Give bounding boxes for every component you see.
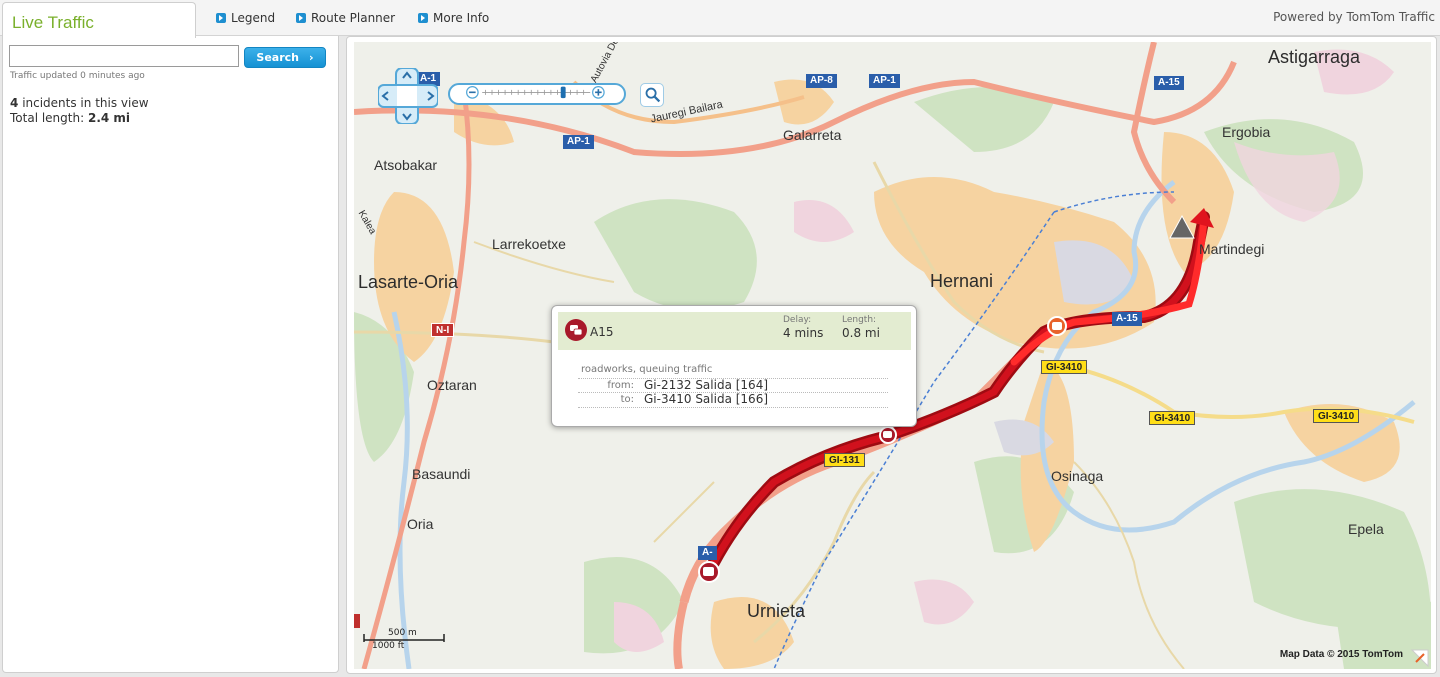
road-shield-a15: A-15: [1154, 76, 1184, 90]
powered-by-text: Powered by TomTom Traffic: [1273, 10, 1435, 24]
zoom-search-icon[interactable]: [640, 83, 664, 107]
arrow-bullet-icon: [296, 13, 306, 23]
place-lasarte-oria: Lasarte-Oria: [358, 272, 459, 292]
place-galarreta: Galarreta: [783, 127, 842, 143]
road-shield-ap1: AP-1: [869, 74, 900, 88]
road-shield-n1: N-I: [431, 323, 455, 337]
road-shield-gi131: GI-131: [824, 453, 865, 467]
delay-label: Delay:: [783, 315, 812, 325]
place-larrekoetxe: Larrekoetxe: [492, 236, 566, 252]
to-label: to:: [620, 394, 634, 405]
scale-metric: 500 m: [388, 628, 417, 638]
zoom-slider[interactable]: [448, 83, 626, 105]
scale-imperial: 1000 ft: [372, 641, 405, 651]
incident-count-text: incidents in this view: [22, 96, 149, 110]
traffic-map[interactable]: Astigarraga Ergobia Martindegi Hernani G…: [354, 42, 1431, 669]
from-value: Gi-2132 Salida [164]: [644, 378, 769, 392]
place-epela: Epela: [1348, 521, 1384, 537]
traffic-jam-icon: [565, 319, 587, 341]
legend-link[interactable]: Legend: [216, 11, 275, 25]
tab-live-traffic[interactable]: Live Traffic: [2, 2, 196, 38]
to-value: Gi-3410 Salida [166]: [644, 392, 769, 406]
legend-link-label: Legend: [231, 11, 276, 25]
road-shield-gi3410: GI-3410: [1313, 409, 1360, 423]
top-tab-bar: Live Traffic Legend Route Planner More I…: [0, 0, 1440, 38]
incident-count: 4: [10, 96, 19, 110]
incident-popup[interactable]: A15 Delay: 4 mins Length: 0.8 mi roadwor…: [551, 305, 917, 427]
more-info-link-label: More Info: [433, 11, 490, 25]
search-button[interactable]: Search ›: [244, 47, 326, 68]
traffic-updated-text: Traffic updated 0 minutes ago: [10, 71, 145, 81]
road-shield-gi3410: GI-3410: [1149, 411, 1196, 425]
place-hernani: Hernani: [930, 271, 994, 291]
place-oria: Oria: [407, 516, 434, 532]
incident-stats: 4 incidents in this view Total length: 2…: [10, 96, 149, 126]
route-planner-link[interactable]: Route Planner: [296, 11, 395, 25]
delay-value: 4 mins: [783, 326, 824, 340]
length-label: Length:: [842, 315, 877, 325]
place-basaundi: Basaundi: [412, 466, 471, 482]
pan-control[interactable]: [378, 68, 438, 124]
road-shield-a: A-: [698, 546, 717, 560]
place-ergobia: Ergobia: [1222, 124, 1271, 140]
search-input[interactable]: [9, 45, 239, 67]
sidebar: Search › Traffic updated 0 minutes ago 4 …: [2, 36, 339, 673]
road-shield-a15: A-15: [1112, 312, 1142, 326]
place-astigarraga: Astigarraga: [1268, 47, 1361, 67]
total-length-value: 2.4 mi: [87, 111, 131, 125]
from-label: from:: [607, 380, 634, 391]
incident-description: roadworks, queuing traffic: [581, 364, 713, 375]
place-oztaran: Oztaran: [427, 377, 477, 393]
divider: [578, 407, 888, 408]
incident-popup-header: A15 Delay: 4 mins Length: 0.8 mi: [558, 312, 911, 350]
place-osinaga: Osinaga: [1051, 468, 1104, 484]
route-planner-link-label: Route Planner: [311, 11, 396, 25]
total-length-label: Total length:: [10, 111, 85, 125]
tab-live-traffic-label: Live Traffic: [12, 13, 94, 32]
road-shield-ap1: AP-1: [563, 135, 594, 149]
road-shield-ap8: AP-8: [806, 74, 837, 88]
arrow-bullet-icon: [418, 13, 428, 23]
road-shield-gi3410: GI-3410: [1041, 360, 1088, 374]
map-attribution: Map Data © 2015 TomTom: [1279, 649, 1403, 660]
place-urnieta: Urnieta: [747, 601, 806, 621]
chevron-right-icon: ›: [309, 51, 314, 64]
incident-road: A15: [590, 325, 614, 339]
arrow-bullet-icon: [216, 13, 226, 23]
place-martindegi: Martindegi: [1199, 241, 1265, 257]
search-button-label: Search: [256, 51, 300, 64]
length-value: 0.8 mi: [842, 326, 880, 340]
place-atsobakar: Atsobakar: [374, 157, 438, 173]
more-info-link[interactable]: More Info: [418, 11, 489, 25]
